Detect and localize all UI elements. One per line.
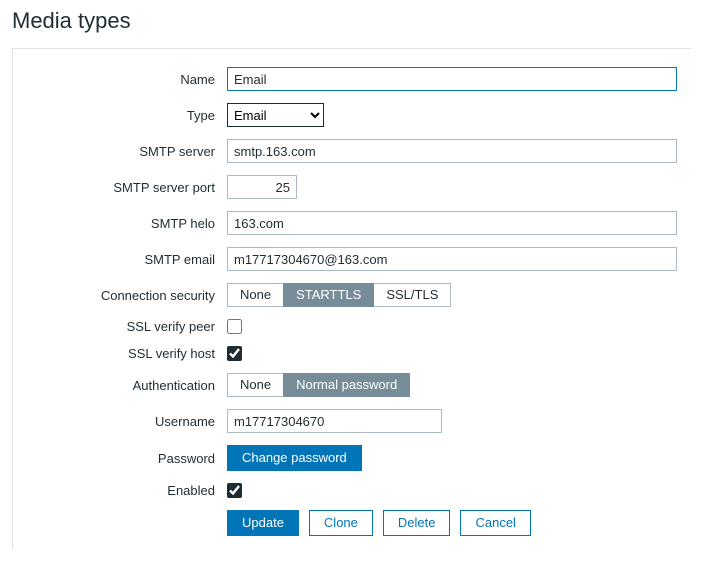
- connection-security-label: Connection security: [27, 288, 227, 303]
- smtp-helo-input[interactable]: [227, 211, 677, 235]
- password-label: Password: [27, 451, 227, 466]
- authentication-radioset: None Normal password: [227, 373, 410, 397]
- enabled-checkbox[interactable]: [227, 483, 242, 498]
- change-password-button[interactable]: Change password: [227, 445, 362, 471]
- smtp-email-label: SMTP email: [27, 252, 227, 267]
- enabled-label: Enabled: [27, 483, 227, 498]
- name-input[interactable]: [227, 67, 677, 91]
- username-label: Username: [27, 414, 227, 429]
- type-select[interactable]: Email: [227, 103, 324, 127]
- smtp-port-input[interactable]: [227, 175, 297, 199]
- authentication-label: Authentication: [27, 378, 227, 393]
- ssl-verify-peer-checkbox[interactable]: [227, 319, 242, 334]
- smtp-server-input[interactable]: [227, 139, 677, 163]
- smtp-server-label: SMTP server: [27, 144, 227, 159]
- smtp-port-label: SMTP server port: [27, 180, 227, 195]
- cancel-button[interactable]: Cancel: [460, 510, 530, 536]
- name-label: Name: [27, 72, 227, 87]
- update-button[interactable]: Update: [227, 510, 299, 536]
- ssl-verify-host-label: SSL verify host: [27, 346, 227, 361]
- authentication-none[interactable]: None: [227, 373, 284, 397]
- page-title: Media types: [12, 8, 691, 34]
- connection-security-ssltls[interactable]: SSL/TLS: [373, 283, 451, 307]
- connection-security-radioset: None STARTTLS SSL/TLS: [227, 283, 451, 307]
- media-type-form: Name Type Email SMTP server SMTP server …: [12, 48, 691, 550]
- smtp-helo-label: SMTP helo: [27, 216, 227, 231]
- type-label: Type: [27, 108, 227, 123]
- ssl-verify-host-checkbox[interactable]: [227, 346, 242, 361]
- authentication-normal-password[interactable]: Normal password: [283, 373, 410, 397]
- delete-button[interactable]: Delete: [383, 510, 451, 536]
- clone-button[interactable]: Clone: [309, 510, 373, 536]
- ssl-verify-peer-label: SSL verify peer: [27, 319, 227, 334]
- smtp-email-input[interactable]: [227, 247, 677, 271]
- form-actions: Update Clone Delete Cancel: [227, 510, 677, 536]
- connection-security-starttls[interactable]: STARTTLS: [283, 283, 374, 307]
- username-input[interactable]: [227, 409, 442, 433]
- connection-security-none[interactable]: None: [227, 283, 284, 307]
